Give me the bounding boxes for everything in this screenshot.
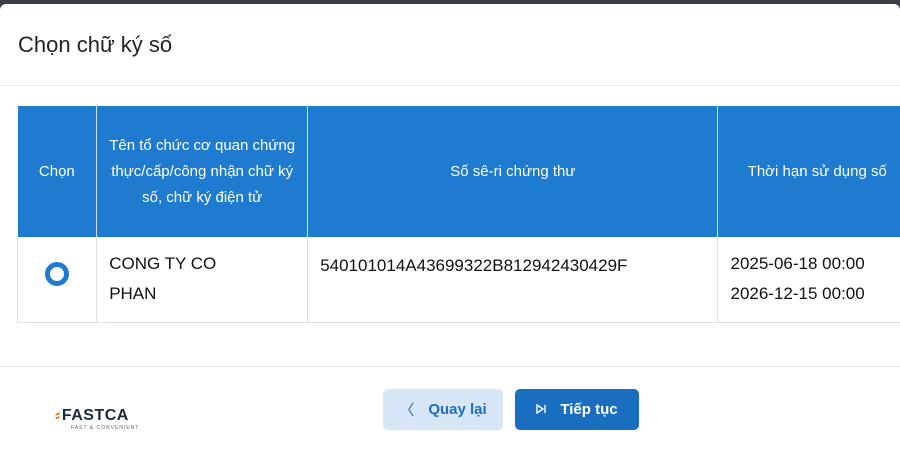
select-signature-dialog: Chọn chữ ký số Chọn Tên tổ chức cơ quan … — [0, 4, 900, 450]
serial-cell: 540101014A43699322B812942430429F — [307, 237, 719, 323]
continue-button-label: Tiếp tục — [560, 401, 618, 418]
logo-text: FASTCA — [61, 407, 129, 424]
organization-line-1: CONG TY CO — [109, 254, 217, 274]
chevron-left-icon: 〈 — [399, 402, 415, 419]
table-header-row: Chọn Tên tổ chức cơ quan chứng thực/cấp/… — [17, 106, 900, 237]
dialog-footer: ⸗ FASTCA FAST & CONVENIENT 〈 Quay lại Ti… — [0, 366, 900, 450]
valid-from: 2025-06-18 00:00 — [730, 254, 865, 274]
back-button-label: Quay lại — [428, 401, 487, 418]
logo-tagline: FAST & CONVENIENT — [71, 425, 140, 431]
validity-cell: 2025-06-18 00:00 2026-12-15 00:00 — [717, 237, 900, 323]
certificate-table: Chọn Tên tổ chức cơ quan chứng thực/cấp/… — [16, 106, 900, 323]
dialog-title: Chọn chữ ký số — [18, 31, 173, 57]
organization-cell: CONG TY CO PHAN — [96, 237, 309, 323]
column-header-select: Chọn — [17, 106, 98, 237]
dialog-header: Chọn chữ ký số — [0, 4, 900, 86]
table-row[interactable]: CONG TY CO PHAN 540101014A43699322B81294… — [16, 237, 900, 323]
fastca-logo: ⸗ FASTCA FAST & CONVENIENT — [55, 407, 139, 431]
column-header-organization: Tên tổ chức cơ quan chứng thực/cấp/công … — [96, 106, 309, 237]
certificate-table-container: Chọn Tên tổ chức cơ quan chứng thực/cấp/… — [16, 106, 900, 323]
continue-button[interactable]: Tiếp tục — [515, 389, 639, 430]
column-header-serial: Số sê-ri chứng thư — [307, 106, 719, 237]
skip-next-icon — [536, 401, 547, 418]
back-button[interactable]: 〈 Quay lại — [383, 389, 503, 430]
column-header-validity: Thời hạn sử dụng số — [717, 106, 900, 237]
certificate-radio-selected[interactable] — [46, 263, 69, 286]
select-cell[interactable] — [16, 237, 98, 323]
organization-line-2: PHAN — [109, 284, 157, 304]
fastca-logo-mark-icon: ⸗ — [55, 407, 61, 424]
valid-to: 2026-12-15 00:00 — [730, 284, 865, 304]
